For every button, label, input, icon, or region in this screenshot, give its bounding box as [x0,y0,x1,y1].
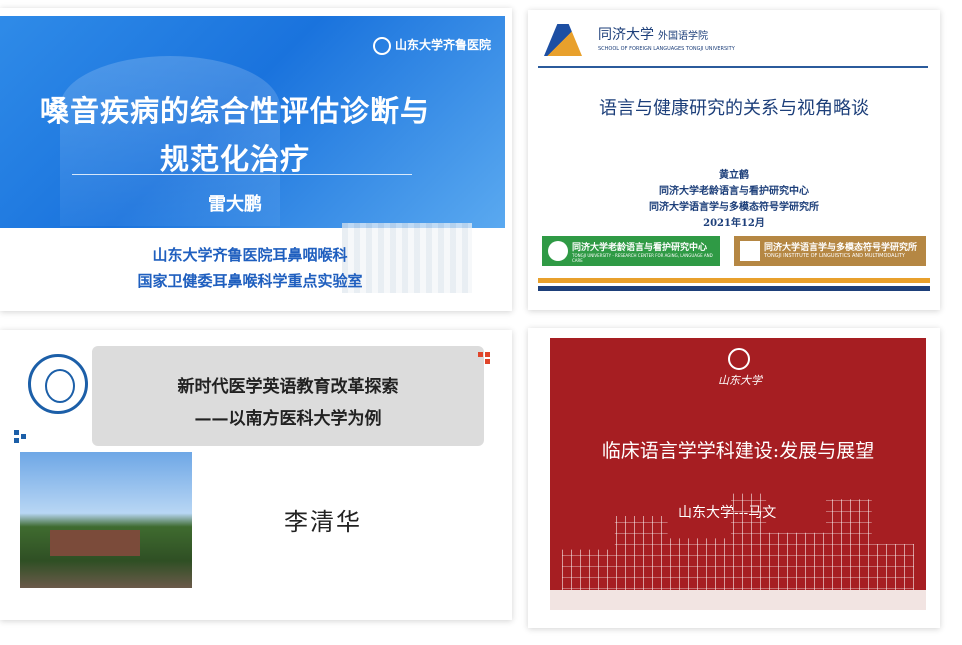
school-english-name: SCHOOL OF FOREIGN LANGUAGES TONGJI UNIVE… [598,46,735,52]
university-seal-icon [728,348,750,370]
slide-header: 同济大学 外国语学院 SCHOOL OF FOREIGN LANGUAGES TO… [538,22,928,68]
affiliation-1: 同济大学老龄语言与看护研究中心 [659,186,809,197]
hospital-logo-text: 山东大学齐鲁医院 [394,38,491,52]
campus-stone-sign [50,530,140,556]
slide-title-line2: 规范化治疗 [159,142,310,176]
footer-stripe-gold [538,278,930,283]
badge2-title: 同济大学语言学与多模态符号学研究所 [764,243,918,253]
slide-card-medical-english[interactable]: 新时代医学英语教育改革探索 ——以南方医科大学为例 李清华 [0,330,512,620]
footer-stripe-navy [538,286,930,291]
slide-date: 2021年12月 [703,218,765,229]
badge1-subtitle: TONGJI UNIVERSITY - RESEARCH CENTER FOR … [572,253,713,263]
hospital-emblem-icon [372,36,391,55]
badge2-subtitle: TONGJI INSTITUTE OF LINGUISTICS AND MULT… [764,253,905,259]
slide-title-line1: 新时代医学英语教育改革探索 [177,377,399,397]
affiliation-2: 同济大学语言学与多模态符号学研究所 [649,202,819,213]
slide-author: 李清华 [284,508,362,536]
university-label: 同济大学 [598,27,654,43]
research-center-logo-icon [548,241,568,261]
slide-card-voice-disorders[interactable]: 山东大学齐鲁医院 嗓音疾病的综合性评估诊断与 规范化治疗 雷大鹏 山东大学齐鲁医… [0,8,512,311]
university-emblem-icon [28,354,88,414]
institute-badge: 同济大学语言学与多模态符号学研究所 TONGJI INSTITUTE OF LI… [734,236,926,266]
slide-author: 山东大学---马文 [678,505,777,521]
research-center-badge: 同济大学老龄语言与看护研究中心 TONGJI UNIVERSITY - RESE… [542,236,720,266]
badge1-title: 同济大学老龄语言与看护研究中心 [572,243,708,253]
slide-title: 语言与健康研究的关系与视角略谈 [599,98,869,119]
institute-logo-icon [740,241,760,261]
slide-card-clinical-linguistics[interactable]: 山东大学 临床语言学学科建设:发展与展望 山东大学---马文 [528,328,940,628]
slide-author: 雷大鹏 [208,194,262,215]
slide-header-banner: 山东大学齐鲁医院 嗓音疾病的综合性评估诊断与 规范化治疗 雷大鹏 [0,16,505,228]
institution-line1: 山东大学齐鲁医院耳鼻咽喉科 [152,246,348,264]
slide-title-line1: 嗓音疾病的综合性评估诊断与 [39,94,430,128]
slide-title-line2: ——以南方医科大学为例 [194,409,382,429]
institution-line2: 国家卫健委耳鼻喉科学重点实验室 [137,272,363,290]
slide-author: 黄立鹤 [719,170,749,181]
school-label: 外国语学院 [658,31,708,42]
slide-title: 临床语言学学科建设:发展与展望 [601,440,875,462]
university-name: 同济大学 外国语学院 [598,24,708,44]
sketch-ground [550,590,926,610]
calligraphy-logo: 山东大学 [718,374,762,387]
decorative-dots-icon [478,352,492,366]
title-divider [72,174,412,175]
campus-photo [20,452,192,588]
slide-card-language-health[interactable]: 同济大学 外国语学院 SCHOOL OF FOREIGN LANGUAGES TO… [528,10,940,310]
hospital-logo: 山东大学齐鲁医院 [372,36,491,55]
tongji-emblem-icon [544,24,582,56]
